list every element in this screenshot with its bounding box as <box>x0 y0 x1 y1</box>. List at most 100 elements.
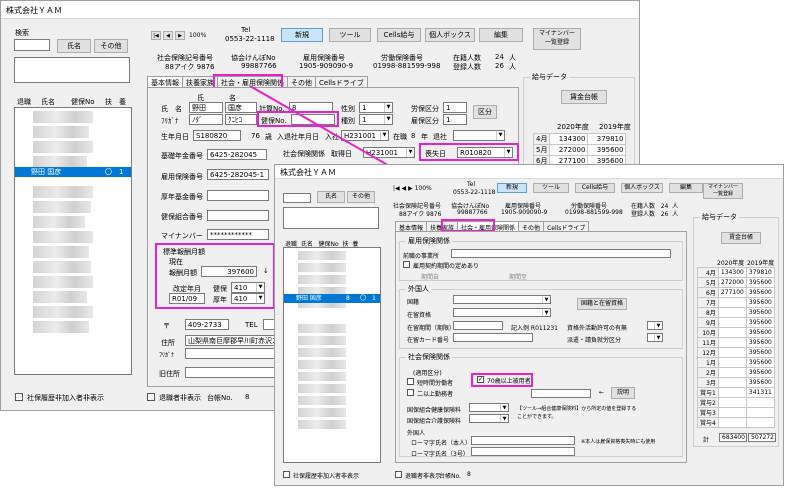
list-item[interactable] <box>298 384 346 393</box>
edit-button-front[interactable]: 編集 <box>669 183 703 193</box>
shikakugai-select[interactable]: ▼ <box>647 321 663 330</box>
birth-input[interactable]: S180820 <box>193 130 241 141</box>
kyuyo-amount[interactable] <box>717 377 747 388</box>
roma-input[interactable] <box>471 436 575 445</box>
kyuyo-amount[interactable]: 272000 <box>717 277 747 288</box>
zip-input[interactable]: 409-2733 <box>185 319 229 330</box>
search-name-button[interactable]: 氏名 <box>57 39 91 53</box>
kyuyo-amount[interactable]: 395600 <box>745 367 775 378</box>
new-button-front[interactable]: 新規 <box>497 183 527 193</box>
employee-list[interactable] <box>14 107 132 375</box>
list-item[interactable] <box>33 291 87 303</box>
kubun-button[interactable]: 区分 <box>473 105 497 119</box>
kyuyo-amount[interactable]: 272000 <box>549 144 589 156</box>
furi-mei-input[interactable]: ｸﾆﾋｺ <box>225 114 257 125</box>
list-item-selected[interactable]: 野田 国彦 〇 1 <box>15 167 131 177</box>
over70-checkbox[interactable]: ✓ <box>477 376 484 383</box>
shaho-hidden-checkbox[interactable] <box>15 393 23 401</box>
kyuyo-amount[interactable]: 395600 <box>745 297 775 308</box>
personal-box-button[interactable]: 個人ボックス <box>425 28 475 42</box>
list-item[interactable] <box>33 261 91 273</box>
name-shi-input[interactable]: 野田 <box>189 102 223 113</box>
zenshoku-input[interactable] <box>451 249 671 258</box>
kosei-kikin-input[interactable] <box>207 190 269 201</box>
mynumber-register-button[interactable]: マイナンバー 一覧登録 <box>533 28 581 50</box>
edit-button[interactable]: 編集 <box>479 28 523 42</box>
kenpo-kumiai-input[interactable] <box>207 210 269 221</box>
kyuyo-amount[interactable] <box>717 297 747 308</box>
list-item-selected-front[interactable]: 野田 国彦 8 〇 1 <box>284 294 380 303</box>
nav-next-button[interactable]: ▶ <box>175 31 185 40</box>
list-item[interactable] <box>33 276 93 288</box>
zairyu-select[interactable]: ▼ <box>453 308 551 317</box>
kyuyo-amount[interactable] <box>717 337 747 348</box>
soshitsu-select[interactable]: R010820 ▼ <box>457 147 513 158</box>
new-button[interactable]: 新規 <box>281 28 323 42</box>
list-item[interactable] <box>33 186 93 198</box>
koyo-hoken-input[interactable]: 6425-282045-1 <box>207 169 269 180</box>
kyuyo-amount[interactable]: 395600 <box>745 317 775 328</box>
cells-button-front[interactable]: Cells給与 <box>575 183 615 193</box>
kyuyo-amount[interactable] <box>717 327 747 338</box>
list-item[interactable] <box>33 111 93 123</box>
search-other-button[interactable]: その他 <box>94 39 128 53</box>
kyuyo-amount[interactable]: 395600 <box>745 337 775 348</box>
list-item[interactable] <box>298 275 346 284</box>
kosei-grade-select[interactable]: 410 ▼ <box>231 293 265 304</box>
nyusha-select[interactable]: H231001 ▼ <box>341 130 389 141</box>
shubetsu-select[interactable]: 1 ▼ <box>359 114 393 125</box>
kyuyo-amount[interactable]: 134300 <box>717 267 747 278</box>
koho-input[interactable]: 1 <box>443 114 467 125</box>
kyuyo-amount[interactable]: 395600 <box>745 377 775 388</box>
kyuyo-amount[interactable]: 379810 <box>745 267 775 278</box>
old-addr-input[interactable] <box>185 367 281 378</box>
kyuyo-amount[interactable]: 341311 <box>745 387 775 398</box>
kyuyo-amount[interactable] <box>717 367 747 378</box>
kokuseki-button[interactable]: 国籍と在留資格 <box>577 298 627 310</box>
card-input[interactable] <box>453 333 533 342</box>
addr-furi-input[interactable] <box>185 348 281 359</box>
kyuyo-amount[interactable]: 395600 <box>745 287 775 298</box>
addr-input[interactable]: 山梨県南巨摩郡早川町赤沢1 <box>185 335 281 346</box>
list-item[interactable] <box>33 246 89 258</box>
kyuyo-amount[interactable] <box>745 397 775 408</box>
chingin-daicho-button-front[interactable]: 賃金台帳 <box>721 232 761 244</box>
kenpo-grade-select[interactable]: 410 ▼ <box>231 282 265 293</box>
kyuyo-amount[interactable] <box>717 407 747 418</box>
kyuyo-amount[interactable]: 395600 <box>745 357 775 368</box>
list-item[interactable] <box>33 141 93 153</box>
taishoku-hidden-checkbox-front[interactable] <box>395 471 402 478</box>
kyuyo-amount[interactable] <box>717 387 747 398</box>
roho-input[interactable]: 1 <box>443 102 467 113</box>
kyuyo-amount[interactable] <box>745 407 775 418</box>
seibetsu-select[interactable]: 1 ▼ <box>359 102 393 113</box>
kyuyo-amount[interactable] <box>717 307 747 318</box>
name-mei-input[interactable]: 国彦 <box>225 102 257 113</box>
yuki-checkbox[interactable] <box>403 261 410 268</box>
mynumber-button-front[interactable]: マイナンバー 一覧登録 <box>703 183 743 199</box>
list-item[interactable] <box>298 251 346 260</box>
taisha-select[interactable]: ▼ <box>453 130 505 141</box>
kenpo-kumiai-select[interactable]: ▼ <box>469 403 509 412</box>
list-item[interactable] <box>33 321 89 333</box>
list-item[interactable] <box>298 348 346 357</box>
shutoku-select[interactable]: H231001 ▼ <box>363 147 415 158</box>
kyuyo-amount[interactable]: 379810 <box>587 133 627 145</box>
list-item[interactable] <box>298 336 346 345</box>
list-item[interactable] <box>33 216 85 228</box>
list-item[interactable] <box>298 396 346 405</box>
search-other-button-front[interactable]: その他 <box>347 191 375 203</box>
kyuyo-amount[interactable]: 395600 <box>745 327 775 338</box>
tools-button-front[interactable]: ツール <box>533 183 569 193</box>
kyuyo-amount[interactable] <box>717 417 747 428</box>
personal-button-front[interactable]: 個人ボックス <box>621 183 663 193</box>
kyuyo-amount[interactable] <box>717 357 747 368</box>
kaigo-select[interactable]: ▼ <box>469 414 509 423</box>
kenpo-input[interactable] <box>291 114 335 125</box>
list-item[interactable] <box>298 324 346 333</box>
kyuyo-amount[interactable] <box>717 397 747 408</box>
list-item[interactable] <box>298 408 346 417</box>
kyuyo-amount[interactable]: 277100 <box>717 287 747 298</box>
kyuyo-amount[interactable] <box>745 417 775 428</box>
search-name-button-front[interactable]: 氏名 <box>317 191 345 203</box>
